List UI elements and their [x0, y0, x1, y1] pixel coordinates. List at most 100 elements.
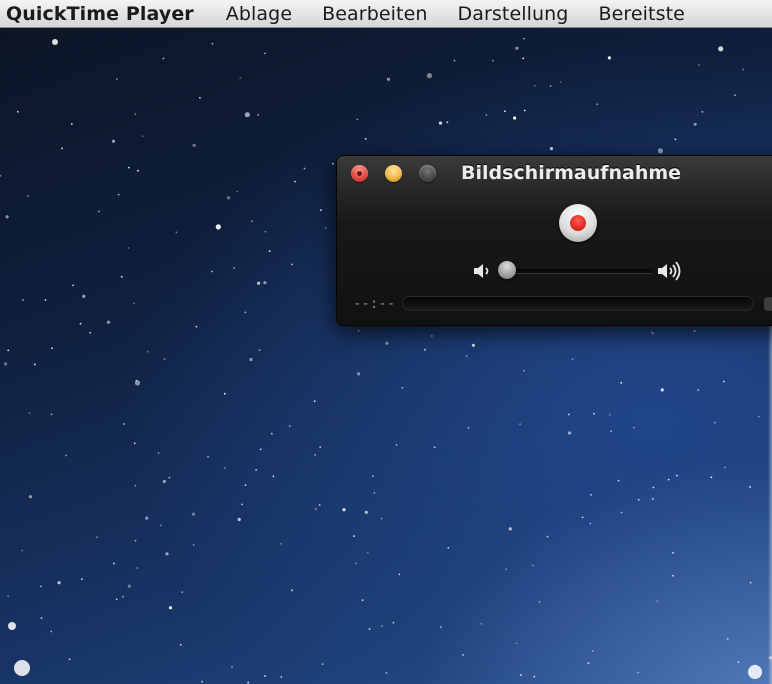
star — [21, 549, 24, 552]
star — [593, 412, 595, 415]
star — [28, 412, 31, 414]
star — [241, 503, 244, 506]
star — [313, 400, 316, 403]
menu-darstellung[interactable]: Darstellung — [443, 0, 584, 27]
close-button[interactable] — [351, 165, 368, 182]
star — [737, 661, 740, 663]
star — [113, 562, 115, 565]
star — [620, 381, 623, 384]
star — [571, 358, 574, 360]
star — [7, 595, 9, 598]
star — [693, 122, 697, 126]
menu-bearbeiten[interactable]: Bearbeiten — [307, 0, 442, 27]
star — [319, 446, 322, 449]
star — [757, 415, 760, 418]
star — [559, 81, 562, 83]
star — [660, 388, 664, 392]
star — [111, 139, 116, 143]
star — [523, 109, 526, 112]
star — [16, 110, 19, 113]
star — [439, 626, 442, 629]
menu-app-name[interactable]: QuickTime Player — [0, 0, 211, 27]
minimize-button[interactable] — [385, 165, 402, 182]
star — [199, 96, 201, 99]
menu-bar: QuickTime Player Ablage Bearbeiten Darst… — [0, 0, 772, 28]
star — [249, 357, 253, 362]
star — [549, 85, 552, 87]
menu-ablage[interactable]: Ablage — [211, 0, 307, 27]
star — [637, 671, 640, 674]
speaker-high-icon[interactable] — [656, 260, 686, 282]
star — [81, 578, 83, 580]
star — [244, 484, 247, 486]
star — [0, 174, 2, 177]
star — [401, 386, 404, 389]
star — [34, 363, 36, 366]
star — [610, 430, 613, 433]
star — [288, 425, 291, 427]
star — [191, 512, 196, 516]
volume-slider-track[interactable] — [502, 269, 652, 274]
star — [117, 193, 120, 196]
star — [57, 581, 61, 585]
star — [519, 423, 521, 425]
star — [433, 446, 436, 449]
star — [675, 474, 678, 477]
zoom-button[interactable] — [419, 165, 436, 182]
star — [244, 311, 247, 314]
star — [485, 114, 488, 116]
star — [385, 341, 389, 345]
star — [318, 504, 321, 506]
star — [133, 442, 136, 445]
star — [137, 169, 139, 172]
starfield-wallpaper — [0, 37, 772, 684]
star — [652, 486, 655, 489]
star — [651, 498, 654, 500]
star — [372, 475, 374, 478]
star — [724, 466, 726, 469]
star — [492, 59, 494, 62]
star — [590, 493, 593, 496]
star — [159, 524, 162, 527]
star — [667, 478, 670, 481]
star — [192, 543, 195, 546]
star — [698, 64, 700, 66]
star — [237, 517, 241, 522]
speaker-low-icon[interactable] — [472, 261, 494, 281]
star — [168, 606, 173, 610]
star — [392, 621, 395, 624]
star — [4, 362, 8, 366]
star — [244, 112, 250, 118]
star — [749, 581, 752, 584]
record-button[interactable] — [559, 204, 597, 242]
star — [324, 227, 327, 230]
star — [259, 448, 262, 451]
star — [620, 511, 623, 514]
star — [122, 595, 124, 598]
star — [380, 517, 383, 520]
recording-progress-bar — [402, 296, 754, 311]
star — [98, 210, 100, 213]
star — [523, 369, 525, 372]
star — [356, 118, 359, 121]
star — [366, 551, 369, 554]
star — [596, 103, 599, 106]
star — [145, 516, 149, 520]
star — [207, 455, 210, 458]
star — [233, 267, 235, 269]
star — [257, 114, 260, 116]
star — [226, 196, 231, 200]
star — [657, 148, 664, 154]
star — [247, 681, 250, 684]
volume-slider-knob[interactable] — [498, 261, 516, 279]
star — [321, 663, 324, 665]
menu-bereitstellen[interactable]: Bereitste — [583, 0, 699, 27]
star — [141, 135, 144, 138]
star — [652, 332, 654, 335]
star — [26, 195, 29, 197]
star — [538, 601, 541, 603]
star — [505, 568, 508, 570]
star — [364, 510, 368, 514]
window-title: Bildschirmaufnahme — [461, 162, 682, 184]
window-titlebar[interactable]: Bildschirmaufnahme — [337, 156, 772, 192]
